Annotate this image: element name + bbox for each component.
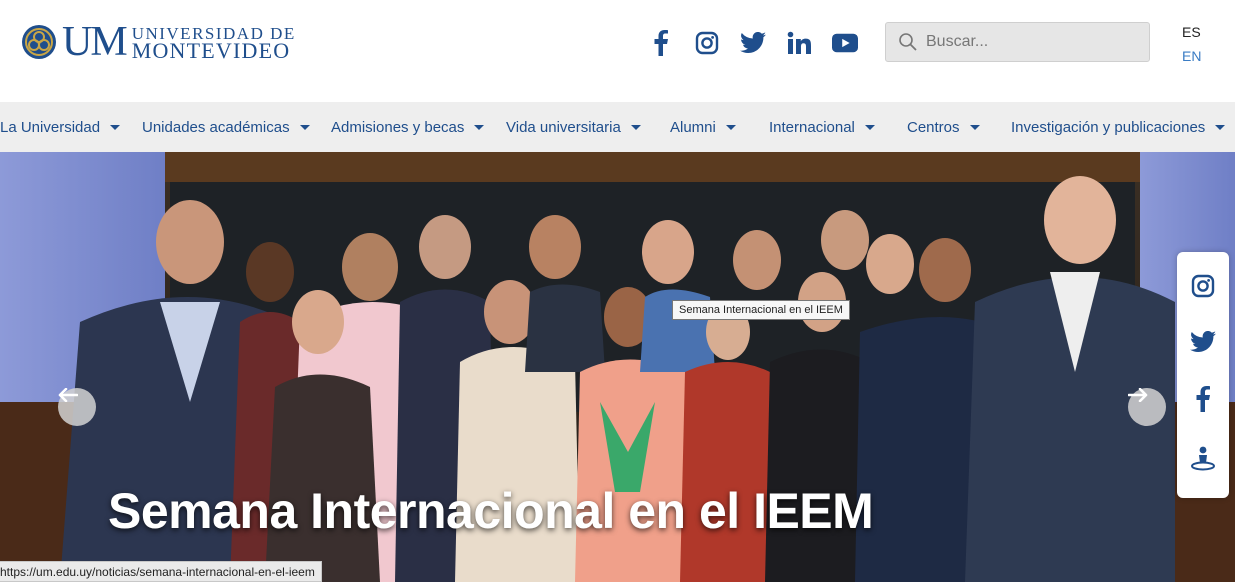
nav-item-label: Internacional xyxy=(769,118,855,136)
twitter-icon[interactable] xyxy=(740,30,766,56)
nav-item-label: Investigación y publicaciones xyxy=(1011,118,1206,136)
logo-abbreviation: UM xyxy=(62,19,128,65)
search-box xyxy=(885,22,1150,62)
nav-item-internacional[interactable]: Internacional xyxy=(769,102,875,152)
chevron-down-icon xyxy=(864,124,875,130)
instagram-icon[interactable] xyxy=(694,30,720,56)
logo-line-2: MONTEVIDEO xyxy=(131,38,291,63)
arrow-left-icon xyxy=(58,388,78,402)
nav-item-label: Admisiones y becas xyxy=(331,118,465,136)
search-icon[interactable] xyxy=(898,32,918,52)
accessibility-icon[interactable] xyxy=(1190,445,1216,476)
lang-en[interactable]: EN xyxy=(1182,44,1201,68)
status-bar-url: https://um.edu.uy/noticias/semana-intern… xyxy=(0,561,322,582)
nav-item-vida-universitaria[interactable]: Vida universitaria xyxy=(506,102,641,152)
facebook-icon[interactable] xyxy=(648,30,674,56)
slider-prev-button[interactable] xyxy=(58,388,96,426)
nav-item-label: Vida universitaria xyxy=(506,118,621,136)
chevron-down-icon xyxy=(1215,124,1226,130)
nav-item-centros[interactable]: Centros xyxy=(907,102,980,152)
linkedin-icon[interactable] xyxy=(786,30,812,56)
image-tooltip: Semana Internacional en el IEEM xyxy=(672,300,850,320)
hero-title[interactable]: Semana Internacional en el IEEM xyxy=(108,482,874,540)
main-navigation: La Universidad Unidades académicas Admis… xyxy=(0,102,1235,152)
share-sidebar xyxy=(1177,252,1229,498)
logo-emblem-icon xyxy=(22,25,56,59)
site-header: UM UNIVERSIDAD DE MONTEVIDEO ES EN xyxy=(0,0,1235,102)
nav-item-unidades-academicas[interactable]: Unidades académicas xyxy=(142,102,310,152)
logo-name: UNIVERSIDAD DE MONTEVIDEO xyxy=(131,25,296,63)
nav-item-investigacion-y-publicaciones[interactable]: Investigación y publicaciones xyxy=(1011,102,1226,152)
chevron-down-icon xyxy=(969,124,980,130)
chevron-down-icon xyxy=(725,124,736,130)
nav-item-admisiones-y-becas[interactable]: Admisiones y becas xyxy=(331,102,485,152)
university-logo[interactable]: UM UNIVERSIDAD DE MONTEVIDEO xyxy=(20,19,296,65)
nav-item-label: Centros xyxy=(907,118,960,136)
instagram-icon[interactable] xyxy=(1191,274,1215,303)
facebook-icon[interactable] xyxy=(1195,386,1211,417)
youtube-icon[interactable] xyxy=(832,30,858,56)
chevron-down-icon xyxy=(630,124,641,130)
nav-item-label: Alumni xyxy=(670,118,716,136)
slider-next-button[interactable] xyxy=(1128,388,1166,426)
chevron-down-icon xyxy=(110,124,121,130)
nav-item-label: La Universidad xyxy=(0,118,101,136)
nav-item-alumni[interactable]: Alumni xyxy=(670,102,736,152)
search-input[interactable] xyxy=(926,33,1136,51)
chevron-down-icon xyxy=(299,124,310,130)
twitter-icon[interactable] xyxy=(1190,330,1216,358)
hero-slider[interactable]: Semana Internacional en el IEEM Semana I… xyxy=(0,152,1235,582)
lang-es[interactable]: ES xyxy=(1182,20,1201,44)
nav-item-la-universidad[interactable]: La Universidad xyxy=(0,102,121,152)
arrow-right-icon xyxy=(1128,388,1148,402)
nav-item-label: Unidades académicas xyxy=(142,118,290,136)
chevron-down-icon xyxy=(474,124,485,130)
social-links xyxy=(648,30,858,56)
language-switcher: ES EN xyxy=(1182,20,1201,68)
